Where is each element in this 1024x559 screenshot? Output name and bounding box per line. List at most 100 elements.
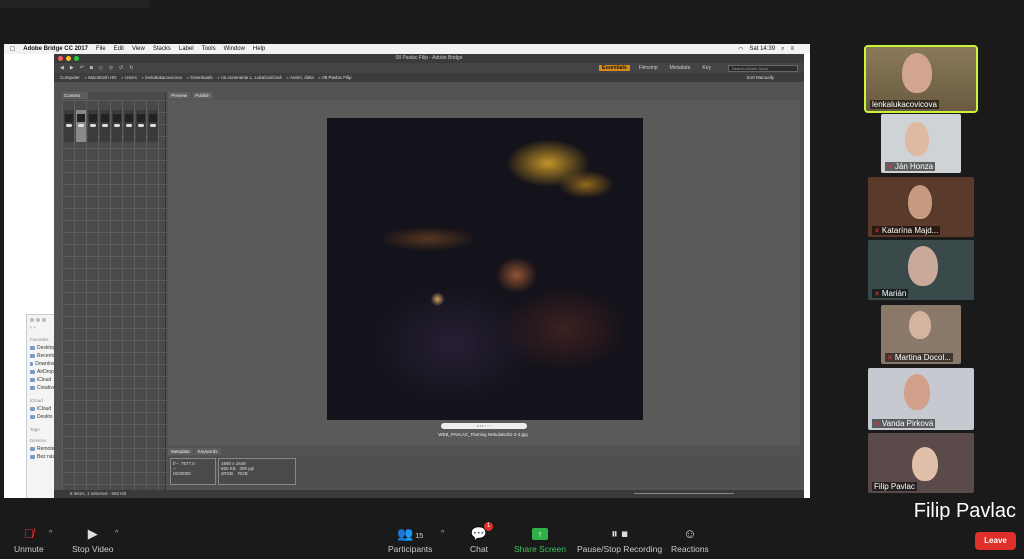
participant-video	[902, 53, 932, 93]
workspace-essentials[interactable]: Essentials	[598, 65, 630, 71]
participant-tile[interactable]: ✕ Katarína Majd...	[868, 177, 974, 237]
participant-name: ✕ Katarína Majd...	[872, 226, 941, 235]
thumbnail[interactable]	[148, 110, 158, 142]
breadcrumb-item[interactable]: Computer	[60, 75, 80, 80]
participant-tile[interactable]: ✕ Vanda Pirková	[868, 368, 974, 430]
tab-content[interactable]: Content	[62, 92, 88, 99]
bridge-toolbar: ◀ ▶ ↶ ◙ ◇ ⊙ ↺ ↻ Essentials Filmstrip Met…	[54, 63, 804, 73]
nebula-image[interactable]	[327, 118, 643, 420]
menu-window[interactable]: Window	[224, 46, 245, 52]
camera-data-box: f/-- 7577.0 -- ISO0000	[170, 458, 216, 485]
camera-icon[interactable]: ◙	[90, 65, 93, 71]
recording-button[interactable]: ⏸ ⏹ Pause/Stop Recording	[577, 526, 662, 554]
breadcrumb-item[interactable]: Downloads	[187, 75, 212, 81]
content-panel: Content	[62, 92, 166, 492]
stock-search-input[interactable]: Search Adobe Stock	[728, 64, 798, 72]
minimize-icon[interactable]	[66, 56, 71, 61]
metadata-tabs: Metadata Keywords	[168, 448, 221, 455]
folder-icon	[30, 354, 35, 358]
thumbnail-selected[interactable]	[76, 110, 86, 142]
participant-tile[interactable]: ✕ Martina Docol...	[881, 305, 961, 364]
search-icon[interactable]: ⌕	[781, 46, 784, 53]
menu-file[interactable]: File	[96, 46, 106, 52]
audio-options-caret-icon[interactable]: ^	[49, 530, 52, 537]
participants-count: 15	[415, 533, 424, 540]
menu-help[interactable]: Help	[253, 46, 265, 52]
mic-muted-icon: 🎙̸	[24, 526, 34, 541]
menubar-app-name[interactable]: Adobe Bridge CC 2017	[23, 46, 88, 52]
thumbnail[interactable]	[64, 110, 74, 142]
menubar-clock[interactable]: Sat 14:39	[749, 46, 775, 53]
thumbnail[interactable]	[100, 110, 110, 142]
participant-tile[interactable]: lenkalukacovicova	[864, 45, 978, 113]
preview-panel: • • • ◦ ◦ ◦ WEB_PAVLAC_Flaming NebulaEdi…	[168, 100, 800, 446]
boomerang-icon[interactable]: ↶	[80, 65, 84, 71]
tab-metadata[interactable]: Metadata	[168, 448, 193, 455]
workspace-metadata[interactable]: Metadata	[667, 65, 694, 71]
airdrop-icon	[30, 370, 35, 374]
rotate-left-icon[interactable]: ↺	[119, 65, 123, 71]
workspace-key[interactable]: Key	[699, 65, 714, 71]
participant-tile[interactable]: ✕ Ján Honza	[881, 114, 961, 173]
forward-arrow-icon[interactable]: ▶	[70, 65, 74, 71]
apple-icon[interactable]: 	[10, 46, 15, 53]
breadcrumb-item[interactable]: Macintosh HD	[85, 75, 116, 81]
menu-stacks[interactable]: Stacks	[153, 46, 171, 52]
thumbnail-strip	[64, 110, 158, 142]
menu-view[interactable]: View	[132, 46, 145, 52]
thumbnail-size-slider[interactable]	[634, 493, 734, 494]
rotate-right-icon[interactable]: ↻	[129, 65, 133, 71]
video-options-caret-icon[interactable]: ^	[115, 530, 118, 537]
menu-label[interactable]: Label	[179, 46, 194, 52]
list-icon[interactable]: ≡	[790, 46, 794, 53]
open-recent-icon[interactable]: ⊙	[109, 65, 113, 71]
participants-options-caret-icon[interactable]: ^	[441, 530, 444, 537]
preview-tabs: Preview Publish	[168, 92, 213, 99]
thumbnail[interactable]	[136, 110, 146, 142]
status-text: 8 items, 1 selected - 650 KB	[70, 491, 127, 496]
stop-video-button[interactable]: ▶︎ Stop Video	[72, 526, 113, 554]
participant-video	[905, 122, 929, 156]
thumbnail[interactable]	[112, 110, 122, 142]
thumbnail[interactable]	[124, 110, 134, 142]
mac-menubar:  Adobe Bridge CC 2017 File Edit View St…	[4, 44, 810, 54]
participant-tile[interactable]: ✕ Marián	[868, 240, 974, 300]
participant-name: ✕ Marián	[872, 289, 909, 298]
status-bar: 8 items, 1 selected - 650 KB	[54, 490, 804, 498]
back-arrow-icon[interactable]: ◀	[60, 65, 64, 71]
zoom-icon[interactable]	[74, 56, 79, 61]
tab-keywords[interactable]: Keywords	[194, 448, 221, 455]
mic-muted-icon: ✕	[874, 290, 880, 298]
reactions-button[interactable]: ☺ Reactions	[671, 526, 709, 554]
workspace-filmstrip[interactable]: Filmstrip	[636, 65, 661, 71]
wifi-icon[interactable]: ◠	[738, 46, 743, 53]
chat-button[interactable]: 💬 1 Chat	[470, 522, 494, 554]
participant-video	[908, 185, 932, 219]
refine-icon[interactable]: ◇	[99, 65, 103, 71]
participant-tile[interactable]: Filip Pavlac	[868, 433, 974, 493]
participants-button[interactable]: 👥 15 Participants	[388, 526, 432, 554]
breadcrumb-item[interactable]: Users	[122, 75, 137, 81]
cloud-icon	[30, 378, 35, 382]
unmute-button[interactable]: 🎙̸ Unmute	[14, 526, 44, 554]
menu-edit[interactable]: Edit	[114, 46, 124, 52]
sort-dropdown[interactable]: Sort Manually	[746, 75, 774, 80]
shared-screen:  Adobe Bridge CC 2017 File Edit View St…	[4, 44, 810, 498]
cloud-icon	[30, 407, 35, 411]
preview-pager[interactable]: • • • ◦ ◦ ◦	[441, 423, 527, 429]
folder-icon	[30, 415, 35, 419]
menu-tools[interactable]: Tools	[202, 46, 216, 52]
participant-video	[909, 311, 931, 339]
content-grid[interactable]	[62, 100, 166, 492]
breadcrumb-item[interactable]: Autori, diela	[287, 75, 314, 81]
thumbnail[interactable]	[88, 110, 98, 142]
share-screen-button[interactable]: ↑ Share Screen	[514, 526, 566, 554]
close-icon[interactable]	[58, 56, 63, 61]
breadcrumb-item[interactable]: na ocnenanie L. Lukačovičová	[218, 75, 282, 81]
tab-preview[interactable]: Preview	[168, 92, 191, 99]
tab-publish[interactable]: Publish	[192, 92, 213, 99]
zoom-meeting-window:  Adobe Bridge CC 2017 File Edit View St…	[0, 0, 1024, 559]
breadcrumb-item[interactable]: 08 Pavlac Filip	[319, 75, 351, 81]
leave-button[interactable]: Leave	[975, 532, 1016, 550]
breadcrumb-item[interactable]: lenkalukacovicova	[142, 75, 182, 81]
